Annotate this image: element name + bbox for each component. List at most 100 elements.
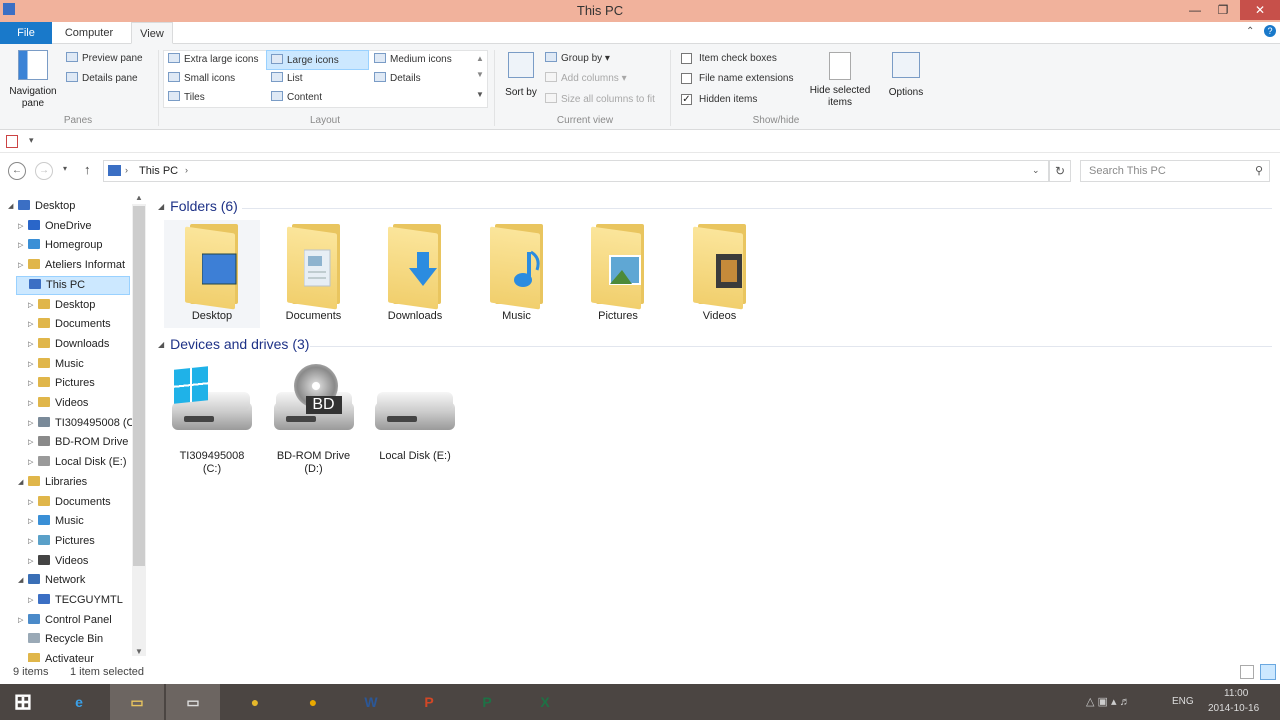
tree-collapsed-icon[interactable]: ▷ <box>18 611 23 630</box>
drives-header[interactable]: ◢ Devices and drives (3) <box>158 336 309 352</box>
tab-computer[interactable]: Computer <box>56 22 122 44</box>
excel-icon[interactable]: X <box>518 684 572 720</box>
address-field[interactable]: › This PC › ⌄ <box>103 160 1049 182</box>
layout-more-icon[interactable]: ▼ <box>476 90 484 99</box>
tray-icons[interactable]: △ ▣ ▴ ♬ <box>1086 684 1131 720</box>
folder-pictures[interactable]: Pictures <box>570 220 666 328</box>
tree-expanded-icon[interactable]: ◢ <box>8 197 13 216</box>
tree-expanded-icon[interactable]: ◢ <box>18 571 23 590</box>
address-dropdown-icon[interactable]: ⌄ <box>1032 165 1040 176</box>
up-icon[interactable]: ↑ <box>84 162 91 177</box>
item-check-boxes-checkbox[interactable] <box>681 53 692 64</box>
tree-collapsed-icon[interactable]: ▷ <box>28 296 33 315</box>
chrome-icon[interactable]: ● <box>228 684 282 720</box>
hide-selected-items-button[interactable]: Hide selected items <box>804 50 876 112</box>
nav-item[interactable]: OneDrive <box>28 217 91 236</box>
folder-documents[interactable]: Documents <box>266 220 362 328</box>
collapse-icon[interactable]: ◢ <box>158 202 164 211</box>
tree-collapsed-icon[interactable]: ▷ <box>28 355 33 374</box>
nav-item[interactable]: Ateliers Informat <box>28 256 125 275</box>
file-name-extensions-checkbox[interactable] <box>681 73 692 84</box>
search-icon[interactable]: ⚲ <box>1255 164 1263 177</box>
nav-item[interactable]: BD-ROM Drive <box>38 433 128 452</box>
tree-collapsed-icon[interactable]: ▷ <box>28 532 33 551</box>
tree-collapsed-icon[interactable]: ▷ <box>28 591 33 610</box>
help-icon[interactable]: ? <box>1264 25 1276 37</box>
drive-windows[interactable]: TI309495008 (C:) <box>164 364 260 476</box>
layout-scroll-up-icon[interactable]: ▲ <box>476 54 484 63</box>
layout-extra-large-icons[interactable]: Extra large icons <box>168 53 258 65</box>
tree-expanded-icon[interactable]: ◢ <box>18 473 23 492</box>
tree-collapsed-icon[interactable]: ▷ <box>28 394 33 413</box>
nav-item[interactable]: Pictures <box>38 374 95 393</box>
chevron-up-icon[interactable]: ⌃ <box>1246 26 1254 37</box>
group-by-button[interactable]: Group by ▾ <box>545 52 610 64</box>
nav-item[interactable]: Downloads <box>38 335 109 354</box>
layout-content[interactable]: Content <box>271 91 322 103</box>
norton-icon[interactable]: ● <box>286 684 340 720</box>
maximize-icon[interactable]: ❐ <box>1208 0 1238 20</box>
explorer-window-icon[interactable]: ▭ <box>166 684 220 720</box>
back-icon[interactable]: ← <box>8 162 26 180</box>
nav-item[interactable]: Recycle Bin <box>28 630 103 649</box>
breadcrumb-separator-icon[interactable]: › <box>185 165 188 175</box>
minimize-icon[interactable]: — <box>1180 0 1210 20</box>
nav-item[interactable]: Libraries <box>28 473 87 492</box>
close-icon[interactable]: ✕ <box>1240 0 1280 20</box>
layout-tiles[interactable]: Tiles <box>168 91 205 103</box>
nav-item[interactable]: Desktop <box>18 197 75 216</box>
nav-item[interactable]: Desktop <box>38 296 95 315</box>
nav-item[interactable]: Music <box>38 355 84 374</box>
preview-pane-button[interactable]: Preview pane <box>66 52 143 64</box>
publisher-icon[interactable]: P <box>460 684 514 720</box>
input-language[interactable]: ENG <box>1172 684 1194 720</box>
folder-downloads[interactable]: Downloads <box>367 220 463 328</box>
layout-list[interactable]: List <box>271 72 303 84</box>
tree-collapsed-icon[interactable]: ▷ <box>28 552 33 571</box>
properties-icon[interactable] <box>6 135 18 148</box>
tree-collapsed-icon[interactable]: ▷ <box>18 236 23 255</box>
tree-collapsed-icon[interactable]: ▷ <box>28 315 33 334</box>
tree-collapsed-icon[interactable]: ▷ <box>18 217 23 236</box>
breadcrumb-this-pc[interactable]: This PC <box>139 165 178 177</box>
nav-item[interactable]: Videos <box>38 552 88 571</box>
breadcrumb-separator-icon[interactable]: › <box>125 165 128 175</box>
nav-item[interactable]: Activateur <box>28 650 94 662</box>
sort-by-button[interactable]: Sort by <box>504 50 538 112</box>
tree-collapsed-icon[interactable]: ▷ <box>28 335 33 354</box>
layout-details[interactable]: Details <box>374 72 421 84</box>
folders-header[interactable]: ◢ Folders (6) <box>158 198 238 214</box>
nav-item[interactable]: Network <box>28 571 85 590</box>
nav-item[interactable]: Documents <box>38 493 111 512</box>
qat-dropdown-icon[interactable]: ▾ <box>29 135 34 146</box>
nav-item[interactable]: Homegroup <box>28 236 102 255</box>
large-icons-view-icon[interactable] <box>1260 664 1276 680</box>
search-input[interactable]: Search This PC ⚲ <box>1080 160 1270 182</box>
nav-item[interactable]: This PC <box>16 275 130 295</box>
clock-date[interactable]: 2014-10-16 <box>1208 691 1259 727</box>
layout-medium-icons[interactable]: Medium icons <box>374 53 452 65</box>
layout-small-icons[interactable]: Small icons <box>168 72 235 84</box>
internet-explorer-icon[interactable]: e <box>52 684 106 720</box>
drive-disk[interactable]: Local Disk (E:) <box>367 364 463 463</box>
nav-item[interactable]: Videos <box>38 394 88 413</box>
refresh-icon[interactable]: ↻ <box>1049 160 1071 182</box>
layout-large-icons[interactable]: Large icons <box>266 50 369 70</box>
nav-item[interactable]: Local Disk (E:) <box>38 453 127 472</box>
tree-collapsed-icon[interactable]: ▷ <box>28 374 33 393</box>
details-pane-button[interactable]: Details pane <box>66 72 138 84</box>
powerpoint-icon[interactable]: P <box>402 684 456 720</box>
tab-file[interactable]: File <box>0 22 52 44</box>
navigation-pane-button[interactable]: Navigation pane <box>6 50 60 112</box>
nav-item[interactable]: Control Panel <box>28 611 112 630</box>
forward-icon[interactable]: → <box>35 162 53 180</box>
tree-collapsed-icon[interactable]: ▷ <box>28 453 33 472</box>
word-icon[interactable]: W <box>344 684 398 720</box>
tree-collapsed-icon[interactable]: ▷ <box>28 512 33 531</box>
folder-desktop[interactable]: Desktop <box>164 220 260 328</box>
hidden-items-checkbox[interactable]: ✓ <box>681 94 692 105</box>
tree-collapsed-icon[interactable]: ▷ <box>28 433 33 452</box>
size-columns-button[interactable]: Size all columns to fit <box>545 93 655 105</box>
tree-collapsed-icon[interactable]: ▷ <box>28 414 33 433</box>
nav-item[interactable]: Documents <box>38 315 111 334</box>
